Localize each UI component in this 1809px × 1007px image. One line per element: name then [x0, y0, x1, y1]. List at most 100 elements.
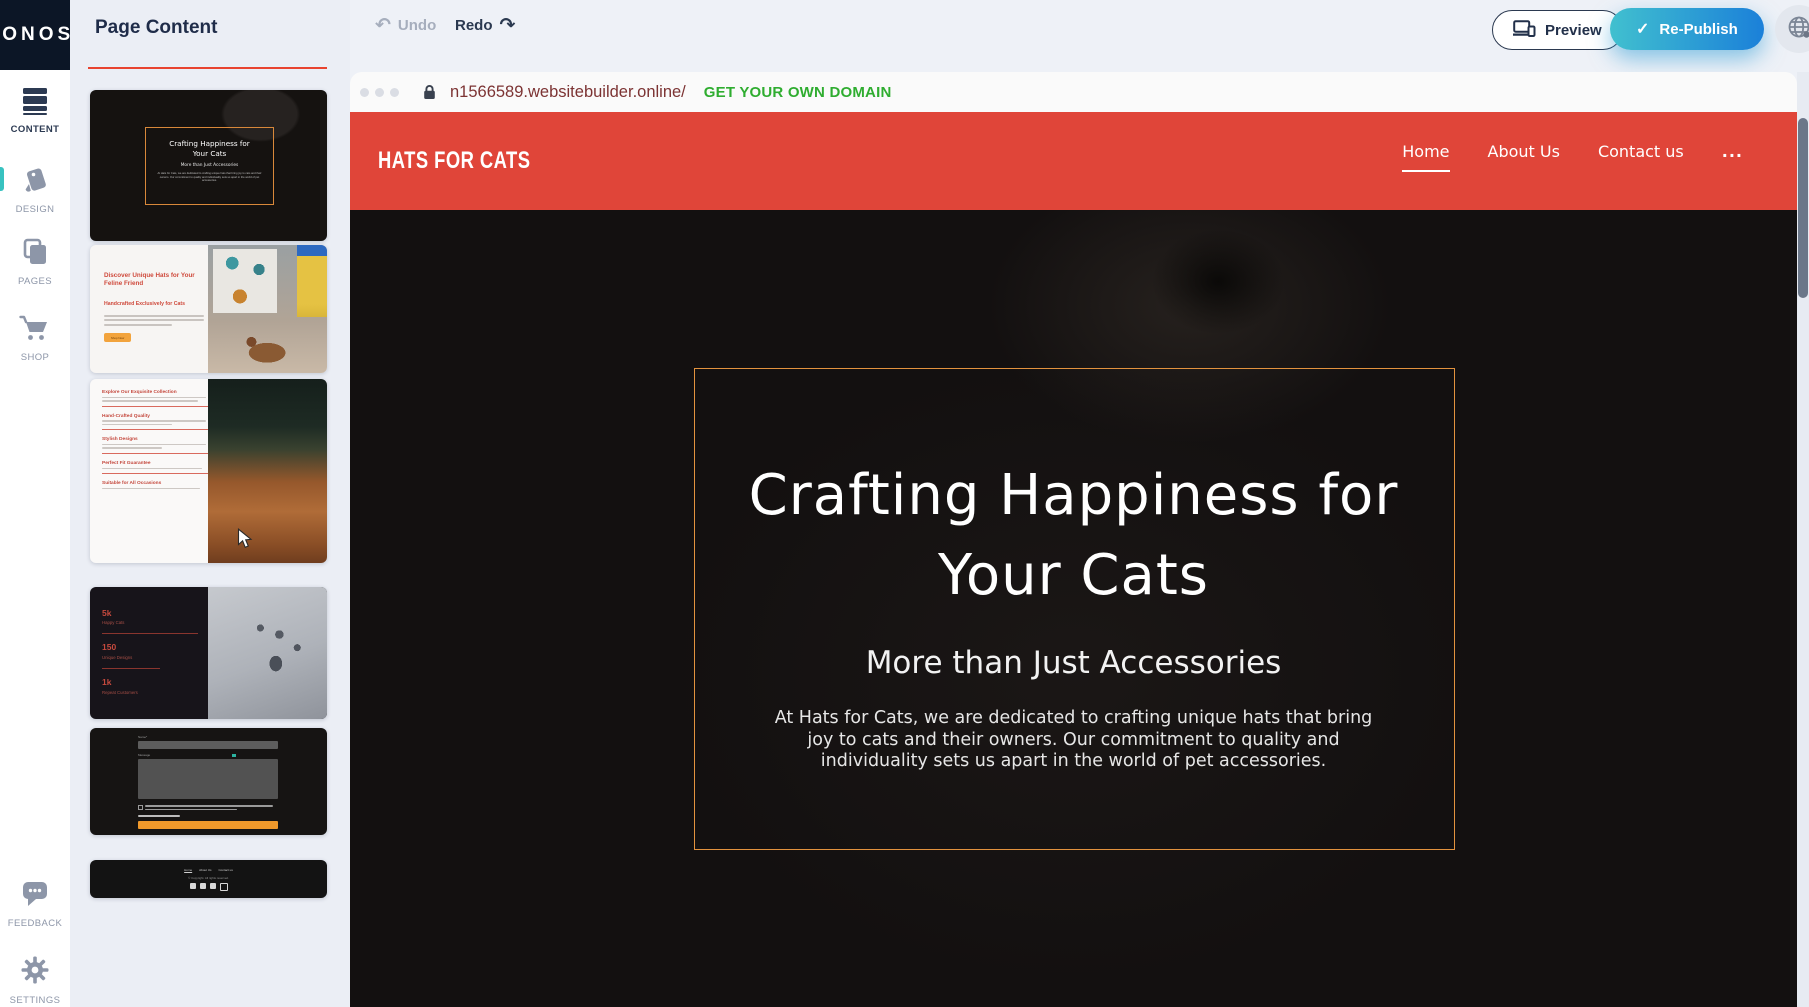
gear-icon [19, 973, 51, 990]
section-thumbnail-hero[interactable]: Crafting Happiness forYour Cats More tha… [90, 90, 327, 241]
sidebar-item-content[interactable]: CONTENT [0, 87, 70, 135]
thumb-form-message-label: Message [138, 753, 150, 757]
site-header: HATS FOR CATS Home About Us Contact us .… [350, 112, 1797, 210]
nav-item-home[interactable]: Home [1402, 142, 1449, 172]
thumb-stat-value: 150 [102, 642, 116, 652]
thumb-stat-divider [102, 633, 198, 634]
hero-title[interactable]: Crafting Happiness forYour Cats [350, 456, 1797, 616]
nav-item-about[interactable]: About Us [1488, 142, 1560, 170]
sidebar-item-design[interactable]: DESIGN [0, 165, 70, 215]
pages-icon [20, 254, 50, 271]
thumb-hero-body: At Hats for Cats, we are dedicated to cr… [155, 172, 264, 183]
sidebar-item-label: FEEDBACK [0, 918, 70, 929]
sidebar-item-label: DESIGN [0, 204, 70, 215]
redo-icon: ↷ [500, 16, 516, 35]
thumb-intro-cat-photo [208, 245, 327, 373]
thumb-form-message-area [138, 759, 278, 799]
nav-more-button[interactable]: ... [1722, 142, 1743, 161]
feedback-bubble-icon [19, 896, 51, 913]
site-nav: Home About Us Contact us ... [1402, 142, 1743, 172]
panel-title: Page Content [95, 17, 217, 39]
section-thumbnail-footer[interactable]: Home About Us Contact us © Copyright. Al… [90, 860, 327, 898]
section-thumbnail-features[interactable]: Explore Our Exquisite Collection Hand-Cr… [90, 379, 327, 563]
thumb-feature-title: Explore Our Exquisite Collection [102, 390, 208, 395]
thumb-intro-photo-sign [297, 245, 327, 317]
thumb-form-consent-line [145, 805, 273, 807]
thumb-stats-pawprint-photo [208, 587, 327, 719]
sidebar-item-label: SHOP [0, 352, 70, 363]
thumb-footer-copyright: © Copyright. All rights reserved. [90, 876, 327, 880]
hero-subtitle[interactable]: More than Just Accessories [350, 643, 1797, 683]
thumb-feature-title: Hand-Crafted Quality [102, 414, 208, 419]
undo-icon: ↶ [375, 16, 391, 35]
icon-rail: IONOS CONTENT DESIGN PAGES SHOP [0, 0, 71, 1007]
thumb-intro-subheading: Handcrafted Exclusively for Cats [104, 301, 202, 307]
page-content-panel: Page Content Crafting Happiness forYour … [70, 0, 350, 1007]
panel-title-underline [88, 67, 327, 69]
sidebar-item-label: PAGES [0, 276, 70, 287]
lock-icon [423, 84, 436, 100]
site-logo-text[interactable]: HATS FOR CATS [378, 148, 530, 175]
rail-notification-sliver [0, 167, 4, 191]
sidebar-item-label: CONTENT [0, 124, 70, 135]
sidebar-item-feedback[interactable]: FEEDBACK [0, 879, 70, 929]
sidebar-item-label: SETTINGS [0, 995, 70, 1006]
browser-url-bar: n1566589.websitebuilder.online/ GET YOUR… [350, 72, 1797, 113]
thumb-intro-photo-posters [213, 249, 277, 313]
content-icon [20, 102, 50, 119]
site-url[interactable]: n1566589.websitebuilder.online/ [450, 83, 686, 102]
ionos-logo-text: IONOS [0, 24, 70, 46]
republish-button[interactable]: ✓ Re-Publish [1610, 8, 1764, 50]
thumb-stat-divider [102, 668, 160, 669]
thumb-footer-links: Home About Us Contact us [90, 868, 327, 872]
thumb-intro-heading: Discover Unique Hats for Your Feline Fri… [104, 272, 202, 288]
browser-dots [360, 88, 399, 97]
thumb-form-name-input [138, 741, 278, 749]
thumb-hero-subtitle: More than Just Accessories [146, 163, 273, 168]
section-thumbnail-stats[interactable]: 5k Happy Cats 150 Unique Designs 1k Repe… [90, 587, 327, 719]
thumb-intro-paragraph-lines [104, 315, 204, 326]
thumb-intro-shop-button: Shop Now [104, 333, 131, 342]
nav-item-contact[interactable]: Contact us [1598, 142, 1684, 170]
thumb-form-green-icon [232, 754, 236, 757]
thumb-hero-selection-box: Crafting Happiness forYour Cats More tha… [145, 127, 274, 205]
get-domain-link[interactable]: GET YOUR OWN DOMAIN [704, 84, 892, 101]
redo-button[interactable]: Redo ↷ [455, 16, 515, 35]
thumb-hero-title: Crafting Happiness forYour Cats [146, 139, 273, 158]
hero-paragraph[interactable]: At Hats for Cats, we are dedicated to cr… [764, 708, 1384, 773]
thumb-feature-title: Suitable for All Occasions [102, 481, 208, 486]
app-window: IONOS CONTENT DESIGN PAGES SHOP [0, 0, 1809, 1007]
thumb-footer-social-icons [90, 883, 327, 891]
thumb-form-submit-button [138, 821, 278, 829]
hero-section[interactable]: Crafting Happiness forYour Cats More tha… [350, 210, 1797, 1007]
thumb-form-required-line [138, 815, 180, 817]
sidebar-item-settings[interactable]: SETTINGS [0, 954, 70, 1006]
sidebar-item-pages[interactable]: PAGES [0, 237, 70, 287]
language-globe-button[interactable] [1775, 5, 1809, 53]
ionos-logo[interactable]: IONOS [0, 0, 70, 70]
thumb-stat-value: 1k [102, 677, 111, 687]
cart-icon [19, 330, 51, 347]
thumb-features-list: Explore Our Exquisite Collection Hand-Cr… [90, 390, 208, 489]
undo-button[interactable]: ↶ Undo [375, 16, 436, 35]
checkmark-icon: ✓ [1636, 19, 1649, 39]
thumb-stat-label: Repeat Customers [102, 690, 138, 695]
site-canvas: n1566589.websitebuilder.online/ GET YOUR… [350, 72, 1797, 1007]
globe-icon [1786, 14, 1809, 45]
section-thumbnail-contact-form[interactable]: Name* Message [90, 728, 327, 835]
sidebar-item-shop[interactable]: SHOP [0, 313, 70, 363]
section-thumbnail-intro[interactable]: Discover Unique Hats for Your Feline Fri… [90, 245, 327, 373]
thumb-form-name-label: Name* [138, 735, 147, 739]
thumb-stat-value: 5k [102, 608, 111, 618]
thumb-form-checkbox [138, 805, 143, 810]
editor-toolbar: ↶ Undo Redo ↷ Preview ✓ Re-Publish [350, 0, 1809, 72]
thumb-stat-label: Unique Designs [102, 655, 132, 660]
thumb-feature-title: Perfect Fit Guarantee [102, 461, 208, 466]
thumb-features-cat-fur-photo [208, 379, 327, 563]
thumb-form-consent-line [145, 809, 237, 811]
canvas-scrollbar-thumb[interactable] [1798, 118, 1808, 298]
preview-button[interactable]: Preview [1492, 10, 1623, 50]
design-icon [20, 182, 50, 199]
thumb-feature-title: Stylish Designs [102, 437, 208, 442]
thumb-stat-label: Happy Cats [102, 620, 124, 625]
